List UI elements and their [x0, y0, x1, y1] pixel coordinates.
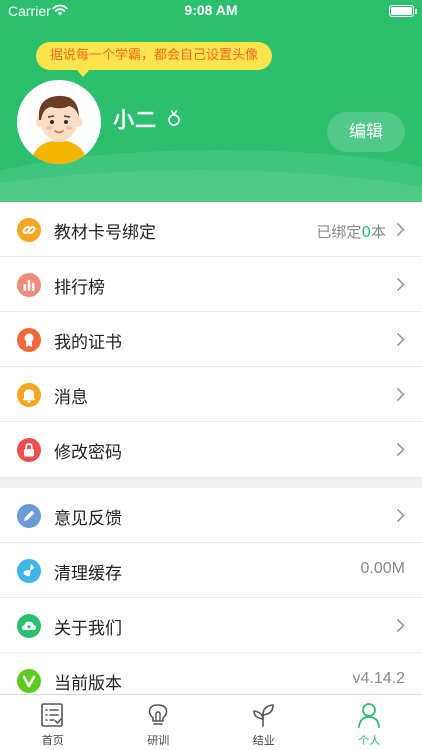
pencil-icon: [17, 504, 41, 528]
chevron-right-icon: [396, 277, 405, 292]
lightbulb-icon: [148, 704, 167, 725]
avatar-tip-bubble: 据说每一个学霸，都会自己设置头像: [36, 42, 273, 77]
sprout-icon: [253, 704, 274, 727]
menu-item-label: 意见反馈: [54, 509, 122, 529]
binding-count: 0: [361, 223, 371, 241]
tab-label: 结业: [252, 734, 275, 747]
lock-icon: [17, 438, 41, 462]
award-icon: [17, 328, 41, 352]
chevron-right-icon: [396, 222, 405, 237]
menu-item-label: 消息: [54, 388, 88, 408]
menu-item-change-password[interactable]: 修改密码: [0, 422, 422, 477]
tab-label: 研训: [147, 734, 170, 747]
menu-item-feedback[interactable]: 意见反馈: [0, 488, 422, 543]
tab-home[interactable]: 首页: [0, 695, 106, 750]
tab-graduation[interactable]: 结业: [211, 695, 317, 750]
username: 小二: [113, 108, 157, 132]
status-time: 9:08 AM: [184, 2, 238, 18]
version-icon: [17, 669, 41, 693]
profile-header: Carrier 9:08 AM 据说每一个学霸，都会自己设置头像 小二 编辑: [0, 0, 422, 202]
male-gender-icon: [168, 110, 180, 126]
tab-label: 个人: [358, 734, 381, 747]
menu-item-label: 修改密码: [54, 443, 122, 463]
menu-group-app: 意见反馈 清理缓存 0.00M 关于我们 当前版本 v4.14.2: [0, 488, 422, 708]
broom-icon: [17, 559, 41, 583]
person-icon: [357, 703, 380, 728]
link-icon: [17, 218, 41, 242]
menu-item-label: 我的证书: [54, 333, 122, 353]
menu-item-leaderboard[interactable]: 排行榜: [0, 257, 422, 312]
avatar-boy-icon: [17, 80, 101, 164]
list-icon: [41, 703, 63, 727]
avatar[interactable]: [17, 80, 101, 164]
menu-item-label: 排行榜: [54, 278, 105, 298]
menu-item-clear-cache[interactable]: 清理缓存 0.00M: [0, 543, 422, 598]
tab-training[interactable]: 研训: [106, 695, 212, 750]
menu-item-textbook-binding[interactable]: 教材卡号绑定 已绑定0本: [0, 202, 422, 257]
menu-item-certificates[interactable]: 我的证书: [0, 312, 422, 367]
tab-label: 首页: [41, 734, 64, 747]
menu-item-about-us[interactable]: 关于我们: [0, 598, 422, 653]
cache-size: 0.00M: [360, 560, 405, 577]
binding-status: 已绑定0本: [316, 221, 386, 242]
cloud-icon: [17, 614, 41, 638]
chevron-right-icon: [396, 332, 405, 347]
menu-item-label: 教材卡号绑定: [54, 223, 156, 243]
bar-chart-icon: [17, 273, 41, 297]
status-bar: Carrier 9:08 AM: [0, 0, 422, 22]
menu-item-messages[interactable]: 消息: [0, 367, 422, 422]
menu-item-label: 清理缓存: [54, 564, 122, 584]
version-number: v4.14.2: [352, 670, 405, 687]
chevron-right-icon: [396, 508, 405, 523]
binding-status-suffix: 本: [370, 223, 386, 241]
edit-profile-button[interactable]: 编辑: [327, 112, 405, 152]
menu-group-account: 教材卡号绑定 已绑定0本 排行榜 我的证书 消息 修改密码: [0, 202, 422, 477]
tab-bar: 首页 研训 结业 个人: [0, 694, 422, 750]
menu-item-label: 当前版本: [54, 674, 122, 694]
binding-status-prefix: 已绑定: [316, 223, 362, 241]
chevron-right-icon: [396, 442, 405, 457]
chevron-right-icon: [396, 618, 405, 633]
bell-icon: [17, 383, 41, 407]
tab-profile[interactable]: 个人: [317, 695, 422, 750]
chevron-right-icon: [396, 387, 405, 402]
menu-item-label: 关于我们: [54, 619, 122, 639]
battery-icon: [389, 5, 417, 17]
